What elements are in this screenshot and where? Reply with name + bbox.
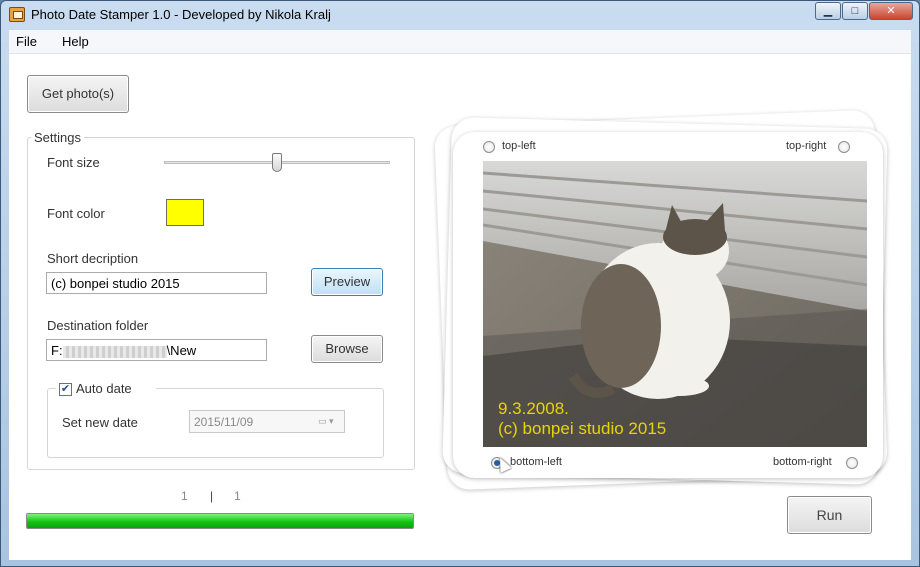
font-size-label: Font size bbox=[47, 155, 100, 170]
browse-button[interactable]: Browse bbox=[311, 335, 383, 363]
calendar-dropdown-icon[interactable]: ▭ ▾ bbox=[318, 416, 340, 428]
radio-top-right[interactable] bbox=[838, 141, 850, 153]
radio-bottom-right-label: bottom-right bbox=[773, 456, 832, 468]
radio-top-right-label: top-right bbox=[786, 140, 827, 152]
preview-frame: top-left top-right 9.3.2008. (c) bonpei … bbox=[434, 109, 888, 491]
redacted-path bbox=[62, 345, 167, 358]
photo-preview: 9.3.2008. (c) bonpei studio 2015 bbox=[483, 161, 867, 447]
get-photos-button[interactable]: Get photo(s) bbox=[27, 75, 129, 113]
font-color-swatch[interactable] bbox=[166, 199, 204, 226]
progress-current: 1 bbox=[181, 489, 188, 503]
date-picker[interactable]: 2015/11/09 ▭ ▾ bbox=[189, 410, 345, 433]
app-icon bbox=[9, 7, 25, 22]
title-bar[interactable]: Photo Date Stamper 1.0 - Developed by Ni… bbox=[1, 1, 919, 29]
destination-folder-input[interactable]: F: \New bbox=[46, 339, 267, 361]
short-description-input[interactable]: (c) bonpei studio 2015 bbox=[46, 272, 267, 294]
menu-help[interactable]: Help bbox=[62, 34, 89, 49]
destination-prefix: F: bbox=[51, 343, 63, 358]
progress-separator: | bbox=[210, 489, 214, 503]
settings-title: Settings bbox=[31, 130, 84, 145]
main-panel: Get photo(s) Settings Font size Font col… bbox=[9, 54, 911, 560]
radio-bottom-left-label: bottom-left bbox=[510, 456, 562, 468]
auto-date-checkbox[interactable]: ✔ bbox=[59, 383, 72, 396]
date-value: 2015/11/09 bbox=[194, 415, 254, 429]
minimize-button[interactable]: ▁ bbox=[815, 2, 841, 20]
window-controls: ▁ □ ✕ bbox=[814, 2, 913, 20]
auto-date-label: Auto date bbox=[76, 381, 132, 396]
run-button[interactable]: Run bbox=[787, 496, 872, 534]
radio-top-left[interactable] bbox=[483, 141, 495, 153]
progress-bar bbox=[26, 513, 414, 529]
radio-top-left-label: top-left bbox=[502, 140, 536, 152]
destination-folder-label: Destination folder bbox=[47, 318, 149, 333]
progress-bar-fill bbox=[27, 514, 413, 528]
stamp-date-text: 9.3.2008. bbox=[498, 399, 569, 418]
set-new-date-label: Set new date bbox=[62, 415, 138, 430]
radio-bottom-right[interactable] bbox=[846, 457, 858, 469]
maximize-button[interactable]: □ bbox=[842, 2, 868, 20]
destination-suffix: \New bbox=[166, 343, 197, 358]
menu-bar: File Help bbox=[9, 30, 911, 54]
preview-button[interactable]: Preview bbox=[311, 268, 383, 296]
close-button[interactable]: ✕ bbox=[869, 2, 913, 20]
stamp-description-text: (c) bonpei studio 2015 bbox=[498, 419, 667, 438]
window-title: Photo Date Stamper 1.0 - Developed by Ni… bbox=[31, 7, 331, 22]
font-size-slider-thumb[interactable] bbox=[272, 153, 282, 172]
short-description-label: Short decription bbox=[47, 251, 139, 266]
app-window: Photo Date Stamper 1.0 - Developed by Ni… bbox=[0, 0, 920, 567]
font-color-label: Font color bbox=[47, 206, 105, 221]
progress-total: 1 bbox=[234, 489, 241, 503]
menu-file[interactable]: File bbox=[16, 34, 37, 49]
